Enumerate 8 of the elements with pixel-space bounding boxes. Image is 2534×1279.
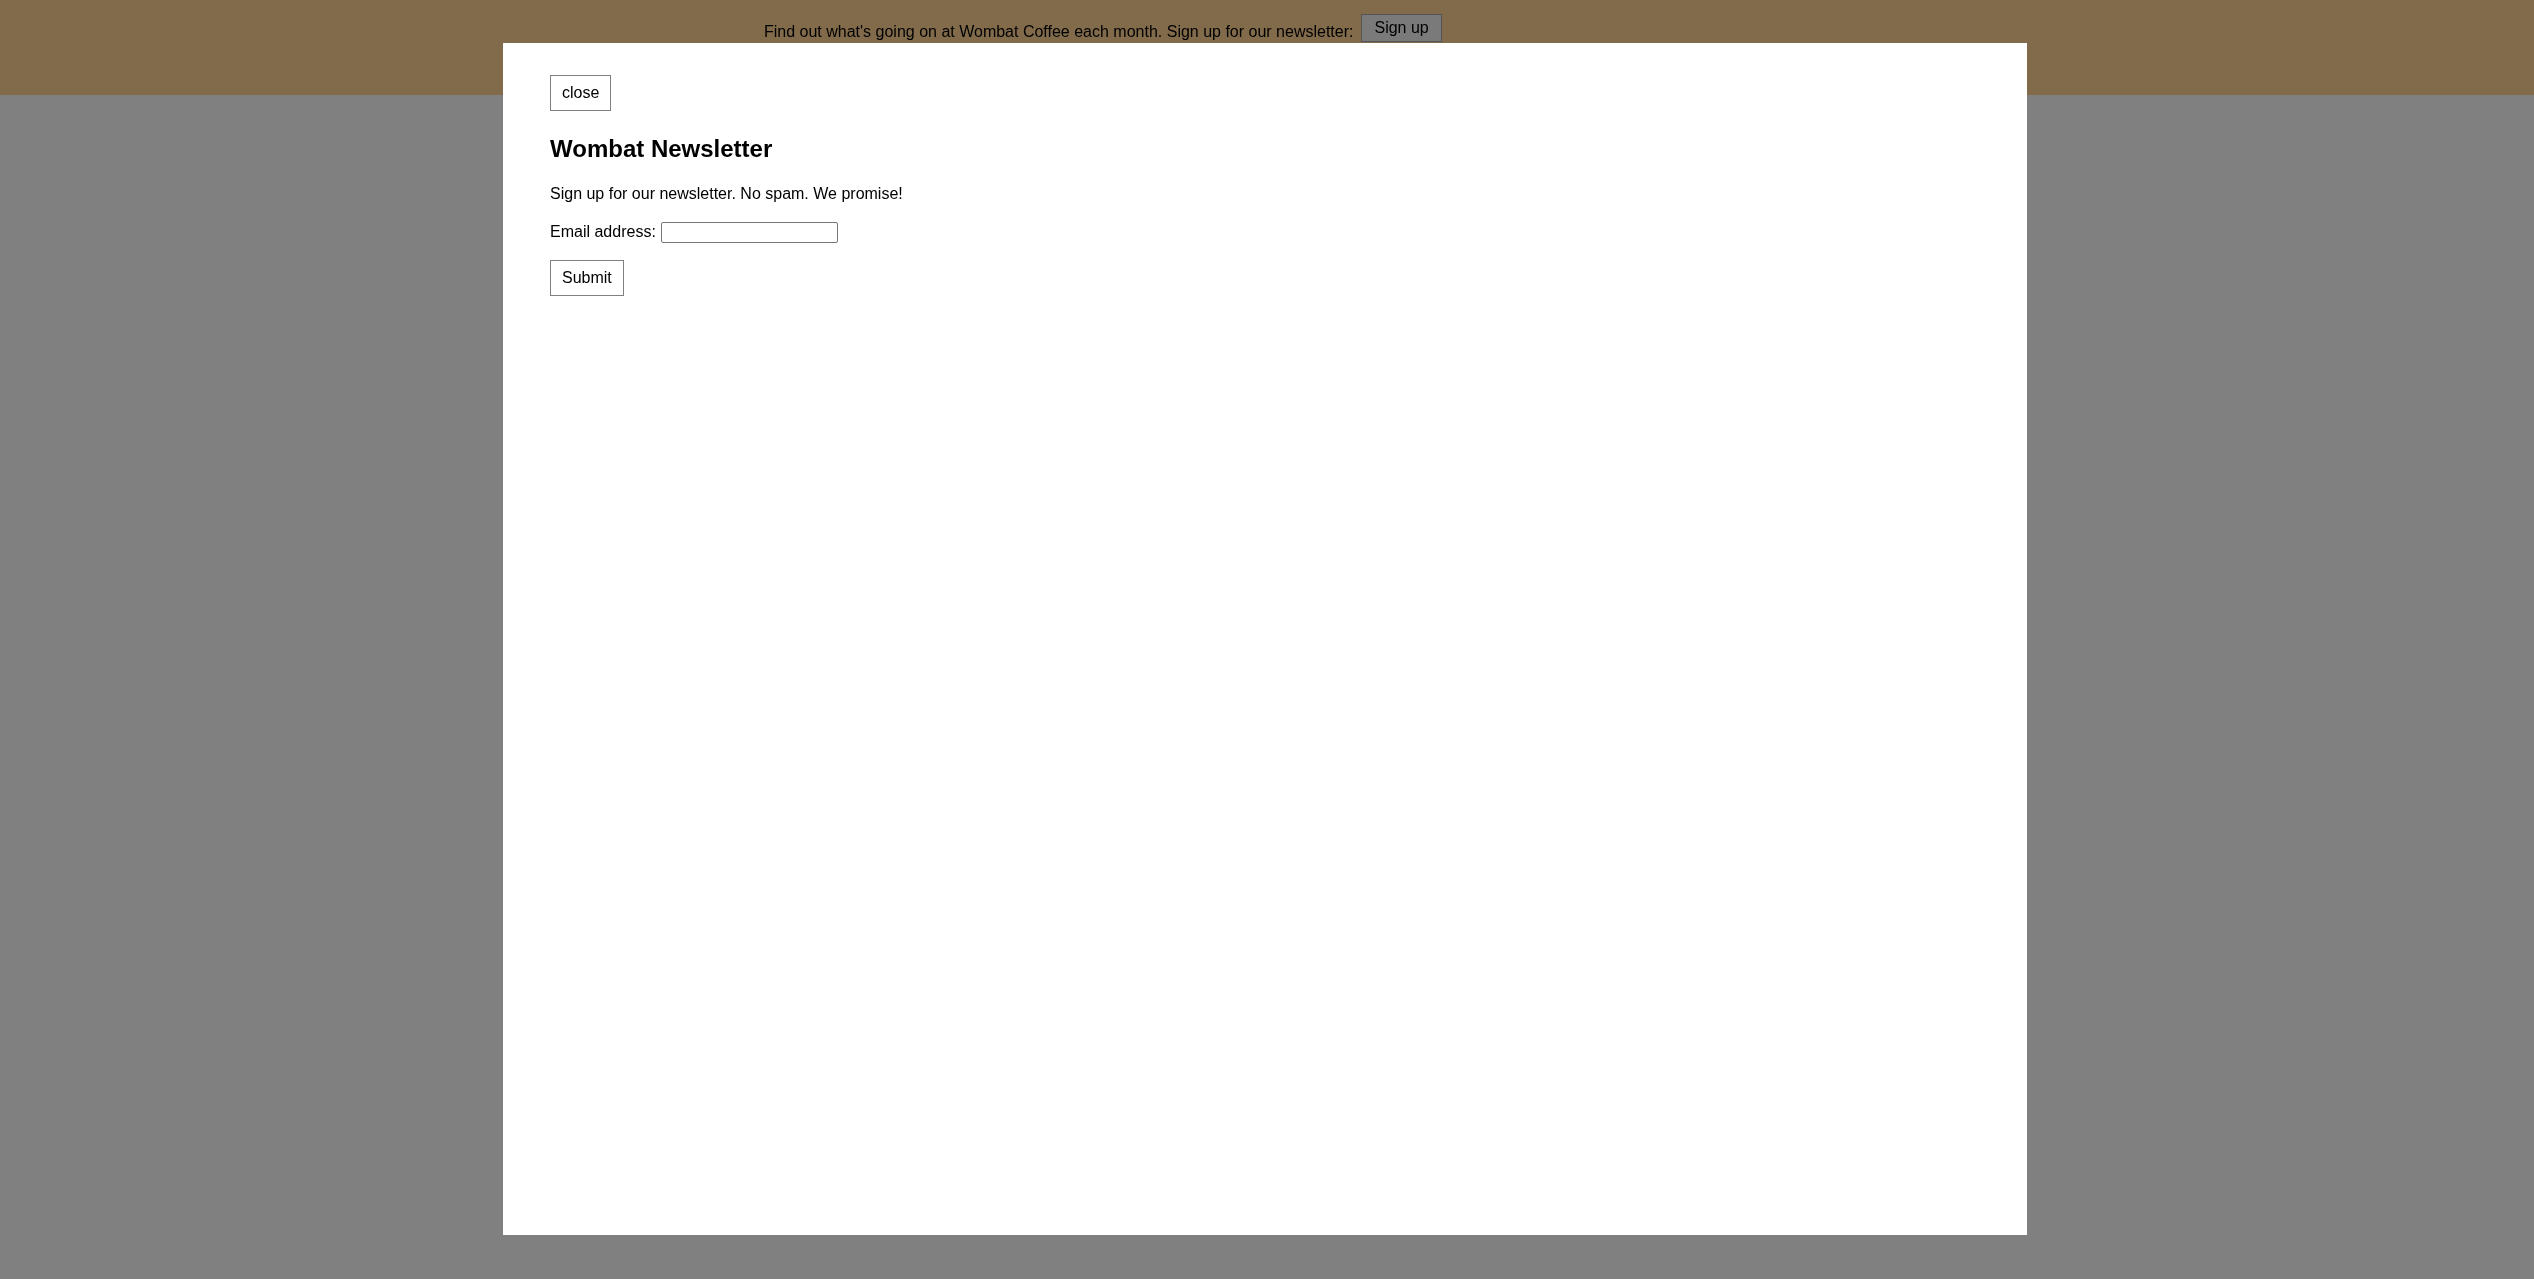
modal-description: Sign up for our newsletter. No spam. We promise!: [550, 184, 904, 204]
email-field[interactable]: [660, 221, 838, 243]
close-button[interactable]: close: [550, 75, 612, 111]
modal-title: Wombat Newsletter: [550, 134, 774, 164]
email-label: Email address:: [550, 222, 656, 242]
submit-button[interactable]: Submit: [550, 260, 624, 296]
banner-text: Find out what's going on at Wombat Coffee each month. Sign up for our newsletter:: [764, 22, 1354, 42]
sign-up-button[interactable]: Sign up: [1361, 14, 1442, 42]
